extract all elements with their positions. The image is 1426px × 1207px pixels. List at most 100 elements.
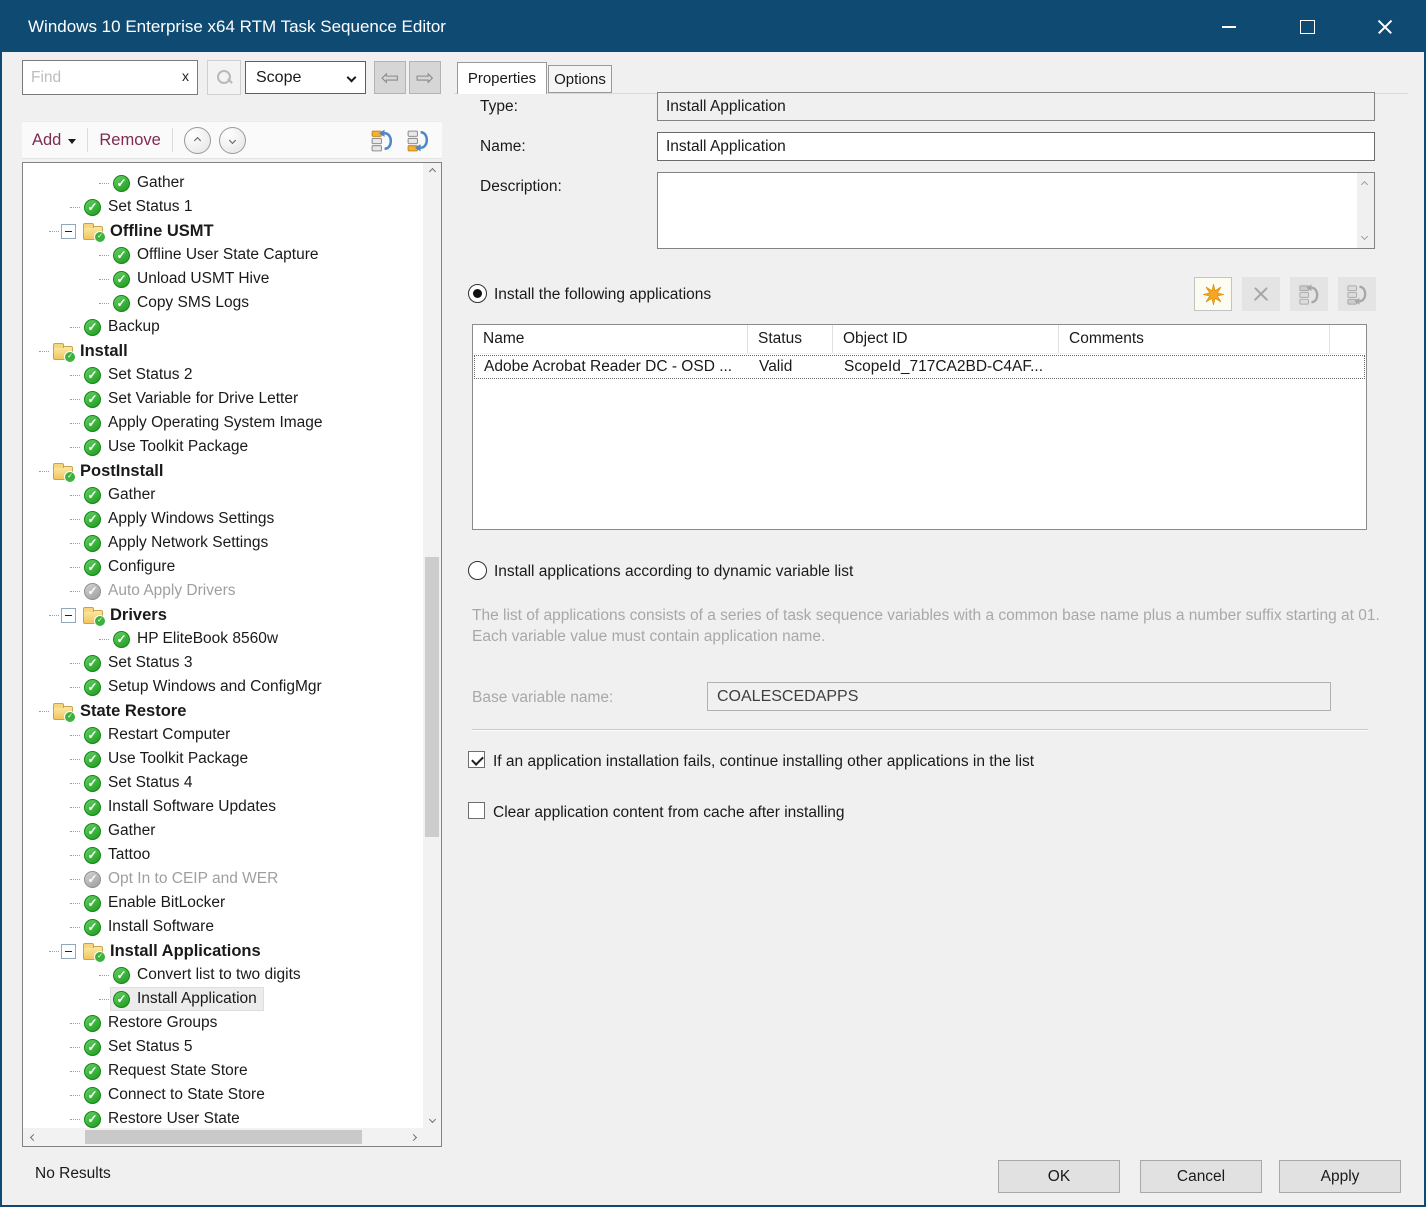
tree-item[interactable]: PostInstall (23, 459, 423, 483)
tree-item[interactable]: Install Application (23, 987, 423, 1011)
tree-item[interactable]: Install (23, 339, 423, 363)
success-check-icon (84, 1063, 101, 1080)
tree-connector (70, 447, 80, 448)
tree-item[interactable]: Install Applications (23, 939, 423, 963)
tree-item[interactable]: Offline USMT (23, 219, 423, 243)
scroll-right-arrow-icon[interactable] (403, 1128, 423, 1146)
tree-item[interactable]: Install Software Updates (23, 795, 423, 819)
ok-button[interactable]: OK (998, 1160, 1120, 1193)
tree-item[interactable]: Use Toolkit Package (23, 435, 423, 459)
tree-item[interactable]: Set Status 4 (23, 771, 423, 795)
tree-item[interactable]: Set Status 5 (23, 1035, 423, 1059)
move-step-up-button[interactable] (184, 127, 211, 154)
tree-item[interactable]: Setup Windows and ConfigMgr (23, 675, 423, 699)
move-item-down-icon-button[interactable] (405, 127, 432, 154)
tree-item[interactable]: Connect to State Store (23, 1083, 423, 1107)
radio-install-following-label[interactable]: Install the following applications (494, 286, 711, 304)
scope-dropdown[interactable]: Scope (245, 61, 366, 94)
tree-item[interactable]: Gather (23, 483, 423, 507)
tree-connector (70, 399, 80, 400)
tree-item[interactable]: Convert list to two digits (23, 963, 423, 987)
find-previous-button[interactable]: ⇦ (374, 61, 406, 94)
scroll-down-arrow-icon[interactable] (423, 1111, 441, 1128)
clear-cache-label[interactable]: Clear application content from cache aft… (493, 804, 845, 822)
remove-button[interactable]: Remove (99, 131, 160, 150)
tree-item[interactable]: Set Status 1 (23, 195, 423, 219)
tree-item[interactable]: Set Variable for Drive Letter (23, 387, 423, 411)
scroll-up-arrow-icon[interactable] (1361, 181, 1368, 188)
horizontal-scroll-thumb[interactable] (85, 1130, 362, 1144)
tree-toolbar: Add Remove (22, 121, 442, 159)
collapse-toggle-icon[interactable] (61, 944, 76, 959)
tree-vertical-scrollbar[interactable] (423, 163, 441, 1128)
tree-item[interactable]: Enable BitLocker (23, 891, 423, 915)
tree-item[interactable]: Restore Groups (23, 1011, 423, 1035)
column-header-status[interactable]: Status (748, 325, 833, 353)
move-application-up-button[interactable] (1290, 277, 1328, 311)
tree-item[interactable]: Apply Windows Settings (23, 507, 423, 531)
tree-item[interactable]: Offline User State Capture (23, 243, 423, 267)
column-header-object-id[interactable]: Object ID (833, 325, 1059, 353)
add-dropdown-caret-icon[interactable] (68, 139, 76, 144)
column-header-name[interactable]: Name (473, 325, 748, 353)
tree-item[interactable]: State Restore (23, 699, 423, 723)
find-input[interactable] (22, 60, 198, 95)
scroll-up-arrow-icon[interactable] (423, 163, 441, 180)
continue-on-fail-label[interactable]: If an application installation fails, co… (493, 753, 1034, 771)
move-item-up-icon-button[interactable] (369, 127, 396, 154)
column-header-comments[interactable]: Comments (1059, 325, 1330, 353)
radio-install-dynamic-label[interactable]: Install applications according to dynami… (494, 563, 853, 581)
tree-item[interactable]: Gather (23, 819, 423, 843)
scroll-down-arrow-icon[interactable] (1361, 233, 1368, 240)
tree-item[interactable]: Use Toolkit Package (23, 747, 423, 771)
new-application-button[interactable] (1194, 277, 1232, 311)
tree-item[interactable]: Install Software (23, 915, 423, 939)
tree-item[interactable]: HP EliteBook 8560w (23, 627, 423, 651)
tree-item[interactable]: Restore User State (23, 1107, 423, 1128)
tree-item[interactable]: Drivers (23, 603, 423, 627)
tree-horizontal-scrollbar[interactable] (23, 1128, 423, 1146)
radio-install-dynamic-list[interactable] (468, 561, 487, 580)
application-row[interactable]: Adobe Acrobat Reader DC - OSD ... Valid … (474, 355, 1365, 379)
tree-item[interactable]: Set Status 3 (23, 651, 423, 675)
collapse-toggle-icon[interactable] (61, 224, 76, 239)
cancel-button[interactable]: Cancel (1140, 1160, 1262, 1193)
tree-item[interactable]: Auto Apply Drivers (23, 579, 423, 603)
tree-item[interactable]: Opt In to CEIP and WER (23, 867, 423, 891)
move-application-down-button[interactable] (1338, 277, 1376, 311)
tree-item[interactable]: Configure (23, 555, 423, 579)
status-text: No Results (35, 1165, 111, 1183)
tab-options[interactable]: Options (548, 65, 612, 93)
name-field[interactable]: Install Application (657, 132, 1375, 161)
tree-item[interactable]: Backup (23, 315, 423, 339)
tree-item[interactable]: Tattoo (23, 843, 423, 867)
collapse-toggle-icon[interactable] (61, 608, 76, 623)
search-button[interactable] (207, 60, 241, 95)
move-step-down-button[interactable] (219, 127, 246, 154)
tree-item[interactable]: Apply Operating System Image (23, 411, 423, 435)
clear-cache-checkbox[interactable] (468, 802, 485, 819)
continue-on-fail-checkbox[interactable] (468, 751, 485, 768)
tree-item[interactable]: Copy SMS Logs (23, 291, 423, 315)
vertical-scroll-thumb[interactable] (425, 557, 439, 837)
minimize-button[interactable] (1190, 2, 1268, 52)
tree-item[interactable]: Set Status 2 (23, 363, 423, 387)
tree-item[interactable]: Apply Network Settings (23, 531, 423, 555)
tab-properties[interactable]: Properties (457, 62, 547, 94)
tree-item[interactable]: Gather (23, 171, 423, 195)
clear-search-icon[interactable]: x (182, 68, 189, 84)
tree-item[interactable]: Request State Store (23, 1059, 423, 1083)
scroll-left-arrow-icon[interactable] (23, 1128, 43, 1146)
maximize-button[interactable] (1268, 2, 1346, 52)
tree-item[interactable]: Restart Computer (23, 723, 423, 747)
tree-item[interactable]: Unload USMT Hive (23, 267, 423, 291)
description-field[interactable] (657, 172, 1375, 249)
description-scrollbar[interactable] (1357, 173, 1374, 248)
delete-application-button[interactable] (1242, 277, 1280, 311)
tree-connector (70, 1023, 80, 1024)
add-button[interactable]: Add (32, 131, 61, 150)
radio-install-following-applications[interactable] (468, 284, 487, 303)
apply-button[interactable]: Apply (1279, 1160, 1401, 1193)
find-next-button[interactable]: ⇨ (409, 61, 441, 94)
close-button[interactable] (1346, 2, 1424, 52)
